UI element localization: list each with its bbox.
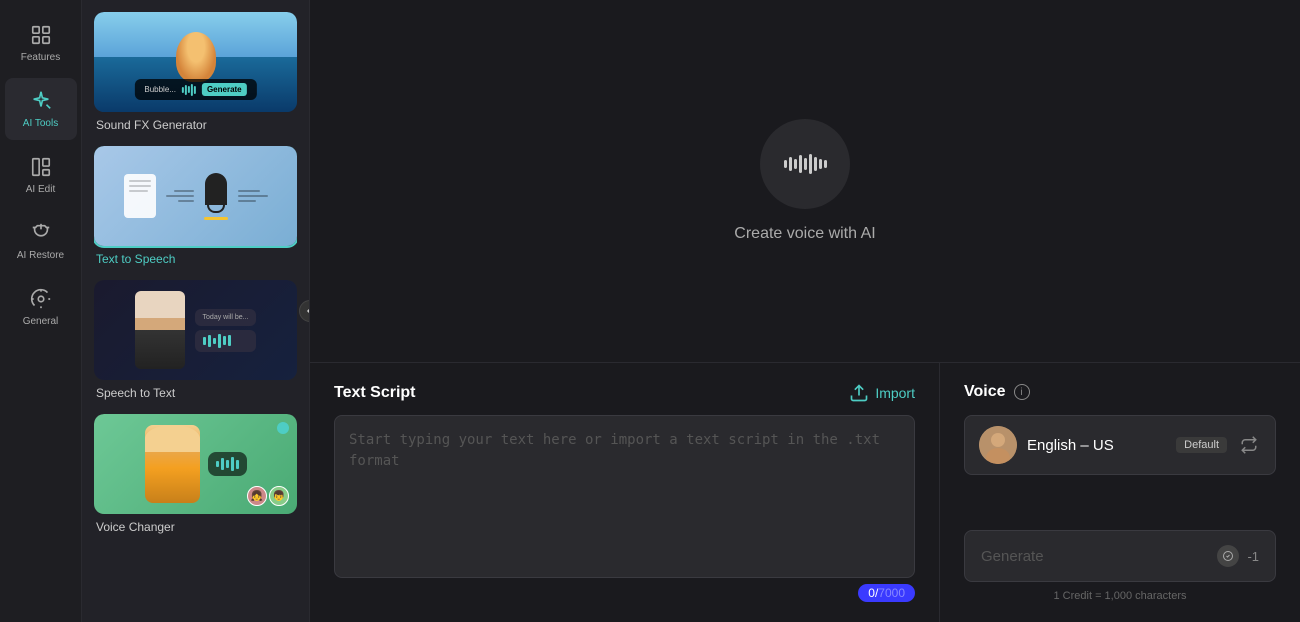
- sidebar-item-features-label: Features: [21, 52, 60, 64]
- sidebar-item-ai-edit[interactable]: AI Edit: [5, 144, 77, 206]
- generate-label: Generate: [981, 548, 1044, 565]
- credit-info: 1 Credit = 1,000 characters: [964, 590, 1276, 602]
- sidebar: Features AI Tools AI Edit: [0, 0, 82, 622]
- preview-area: Create voice with AI: [310, 0, 1300, 362]
- voice-panel: Voice i English – US Default: [940, 363, 1300, 622]
- tool-panel: Bubble... Generate Sound FX Generator: [82, 0, 310, 622]
- counter-badge: 0/7000: [858, 584, 915, 602]
- tool-card-sound-fx-title: Sound FX Generator: [94, 112, 297, 134]
- waveform-circle: [760, 119, 850, 209]
- main-content: Create voice with AI Text Script Import: [310, 0, 1300, 622]
- sidebar-item-general-label: General: [23, 316, 59, 328]
- text-script-title: Text Script: [334, 384, 416, 402]
- generate-btn-right: -1: [1217, 545, 1259, 567]
- tool-card-text-to-speech[interactable]: Text to Speech: [94, 146, 297, 268]
- voice-header: Voice i: [964, 383, 1276, 401]
- voice-avatar: [979, 426, 1017, 464]
- import-icon: [849, 383, 869, 403]
- general-icon: [28, 286, 54, 312]
- char-current: 0: [868, 586, 875, 600]
- sidebar-item-general[interactable]: General: [5, 276, 77, 338]
- edit-icon: [28, 154, 54, 180]
- generate-button[interactable]: Generate -1: [964, 530, 1276, 582]
- text-script-panel: Text Script Import 0/7000: [310, 363, 940, 622]
- restore-icon: [28, 220, 54, 246]
- sidebar-item-ai-restore[interactable]: AI Restore: [5, 210, 77, 272]
- tool-card-vc-title: Voice Changer: [94, 514, 297, 536]
- char-total: 7000: [878, 586, 905, 600]
- voice-title: Voice: [964, 383, 1006, 401]
- default-badge: Default: [1176, 437, 1227, 453]
- wand-icon: [28, 88, 54, 114]
- tool-card-speech-to-text[interactable]: Today will be... Speech to Text: [94, 280, 297, 402]
- waveform-visual: [784, 154, 827, 174]
- credit-cost: -1: [1247, 549, 1259, 564]
- tool-card-tts-title: Text to Speech: [94, 246, 297, 268]
- sidebar-item-ai-edit-label: AI Edit: [26, 184, 55, 196]
- sidebar-item-ai-tools-label: AI Tools: [23, 118, 58, 130]
- create-voice-text: Create voice with AI: [734, 225, 875, 243]
- generate-section: Generate -1 1 Credit = 1,000 characters: [964, 530, 1276, 602]
- tool-card-stt-title: Speech to Text: [94, 380, 297, 402]
- credit-icon: [1217, 545, 1239, 567]
- text-script-header: Text Script Import: [334, 383, 915, 403]
- grid-icon: [28, 22, 54, 48]
- voice-info-icon[interactable]: i: [1014, 384, 1030, 400]
- voice-selector[interactable]: English – US Default: [964, 415, 1276, 475]
- char-counter: 0/7000: [334, 584, 915, 602]
- import-label: Import: [875, 385, 915, 401]
- tool-card-voice-changer[interactable]: 👧 👦 Voice Changer: [94, 414, 297, 536]
- tool-card-sound-fx[interactable]: Bubble... Generate Sound FX Generator: [94, 12, 297, 134]
- text-script-input[interactable]: [334, 415, 915, 578]
- import-button[interactable]: Import: [849, 383, 915, 403]
- sidebar-item-ai-tools[interactable]: AI Tools: [5, 78, 77, 140]
- bottom-panel: Text Script Import 0/7000: [310, 362, 1300, 622]
- swap-icon: [1237, 433, 1261, 457]
- collapse-button[interactable]: [299, 300, 310, 322]
- avatar-placeholder: [979, 426, 1017, 464]
- sidebar-item-features[interactable]: Features: [5, 12, 77, 74]
- sidebar-item-ai-restore-label: AI Restore: [17, 250, 64, 262]
- voice-name: English – US: [1027, 437, 1166, 454]
